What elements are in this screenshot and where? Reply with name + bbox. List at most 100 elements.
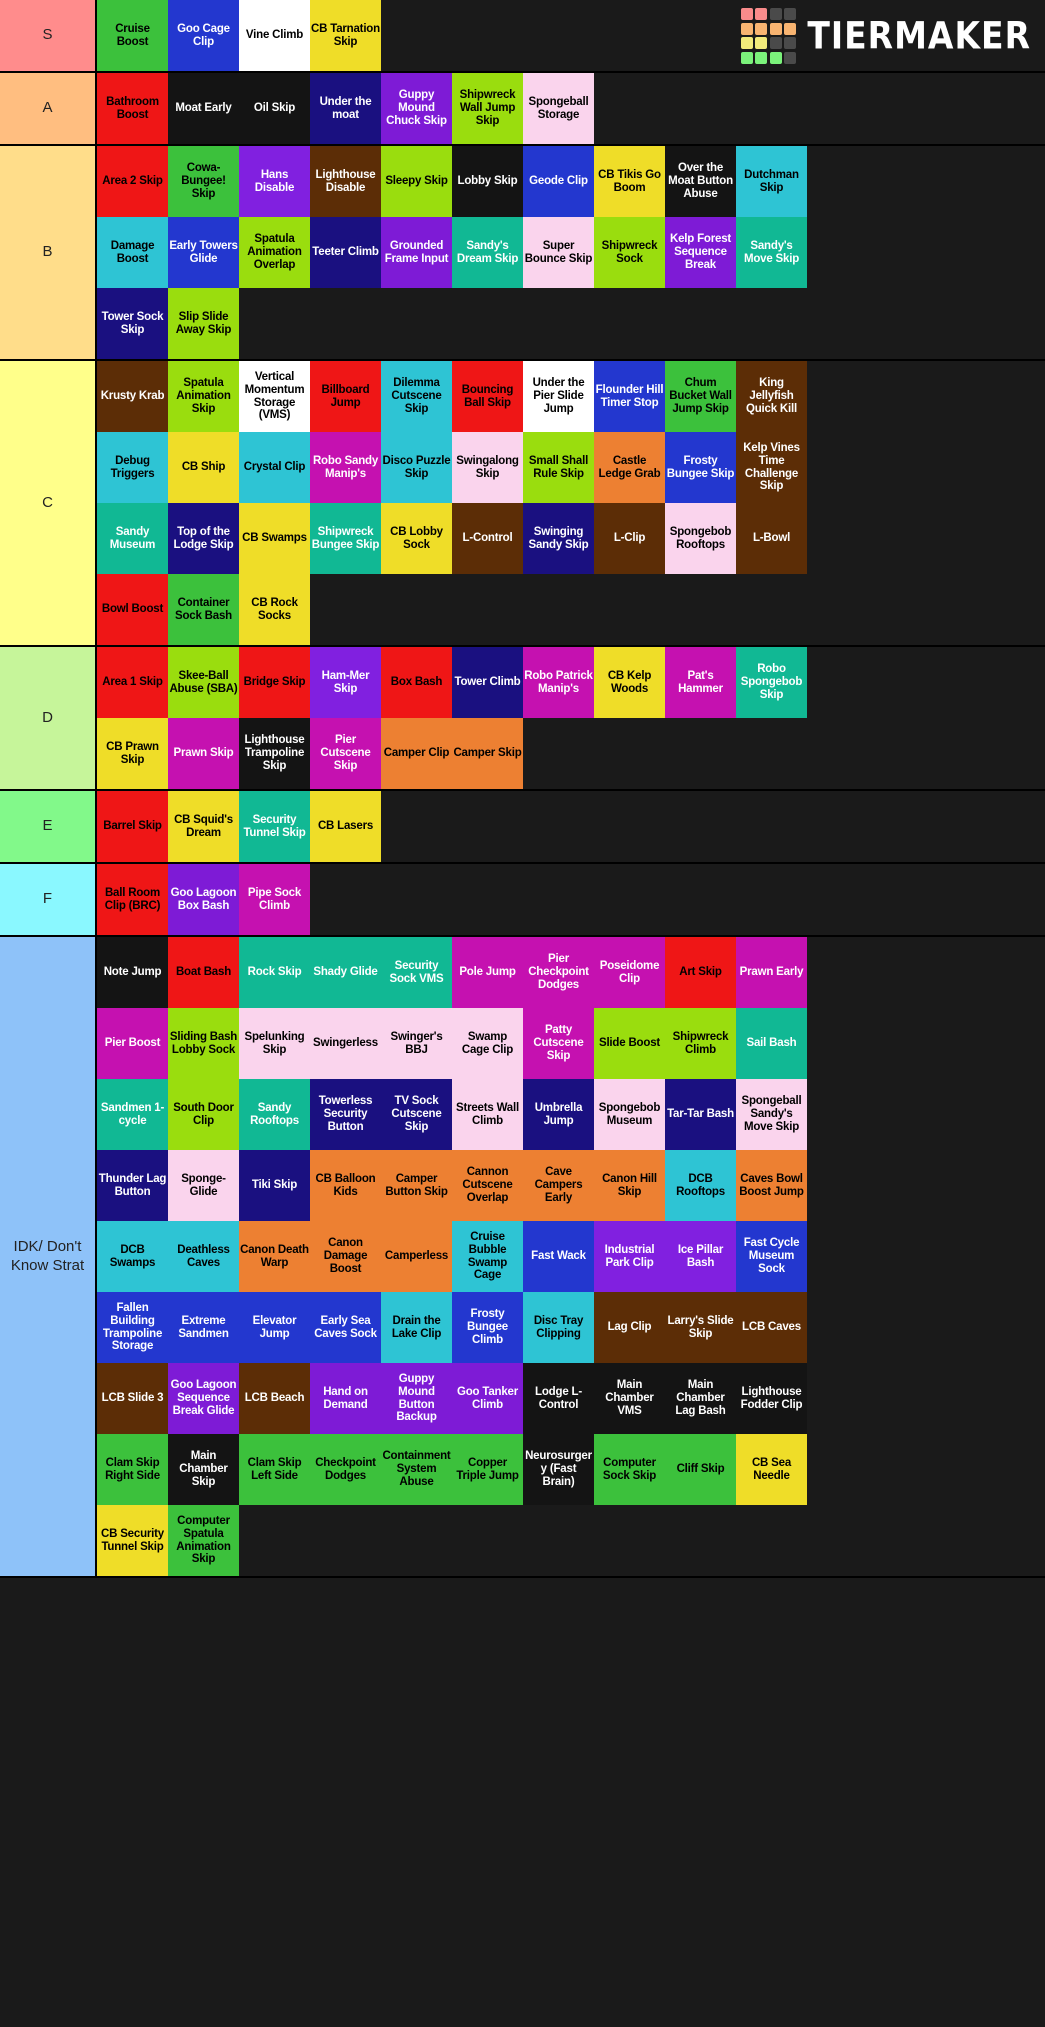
tier-item[interactable]: Frosty Bungee Skip [665,432,736,503]
tier-item[interactable]: Sandy's Move Skip [736,217,807,288]
tier-item[interactable]: Sail Bash [736,1008,807,1079]
tier-item[interactable]: Goo Lagoon Box Bash [168,864,239,935]
tier-item[interactable]: Hand on Demand [310,1363,381,1434]
tier-item[interactable]: Lag Clip [594,1292,665,1363]
tier-item[interactable]: Cowa-Bungee! Skip [168,146,239,217]
tier-item[interactable]: Sponge-Glide [168,1150,239,1221]
tier-item[interactable]: Slip Slide Away Skip [168,288,239,359]
tier-item[interactable]: Sandy Rooftops [239,1079,310,1150]
tier-item[interactable]: Robo Spongebob Skip [736,647,807,718]
tier-item[interactable]: Chum Bucket Wall Jump Skip [665,361,736,432]
tier-item[interactable]: Swamp Cage Clip [452,1008,523,1079]
tier-item[interactable]: Camper Clip [381,718,452,789]
tier-item[interactable]: Swinger's BBJ [381,1008,452,1079]
tier-item[interactable]: Pier Checkpoint Dodges [523,937,594,1008]
tier-label[interactable]: A [0,73,97,144]
tier-item[interactable]: Towerless Security Button [310,1079,381,1150]
tier-item[interactable]: Elevator Jump [239,1292,310,1363]
tier-item[interactable]: CB Sea Needle [736,1434,807,1505]
tier-item[interactable]: Kelp Vines Time Challenge Skip [736,432,807,503]
tier-item[interactable]: Spatula Animation Skip [168,361,239,432]
tier-item[interactable]: Over the Moat Button Abuse [665,146,736,217]
tier-item[interactable]: Shipwreck Bungee Skip [310,503,381,574]
tier-item[interactable]: Shipwreck Climb [665,1008,736,1079]
tier-label[interactable]: E [0,791,97,862]
tier-label[interactable]: F [0,864,97,935]
tier-item[interactable]: Debug Triggers [97,432,168,503]
tier-label[interactable]: C [0,361,97,645]
tier-item[interactable]: CB Squid's Dream [168,791,239,862]
tier-item[interactable]: Swinging Sandy Skip [523,503,594,574]
tier-item[interactable]: Sandmen 1-cycle [97,1079,168,1150]
tier-item[interactable]: Area 2 Skip [97,146,168,217]
tier-item[interactable]: Bouncing Ball Skip [452,361,523,432]
tier-item[interactable]: DCB Rooftops [665,1150,736,1221]
tier-item[interactable]: Streets Wall Climb [452,1079,523,1150]
tier-item[interactable]: Goo Tanker Climb [452,1363,523,1434]
tier-label[interactable]: D [0,647,97,789]
tier-item[interactable]: Crystal Clip [239,432,310,503]
tier-item[interactable]: Slide Boost [594,1008,665,1079]
tier-item[interactable]: L-Bowl [736,503,807,574]
tier-item[interactable]: Shipwreck Wall Jump Skip [452,73,523,144]
tier-item[interactable]: Camper Button Skip [381,1150,452,1221]
tier-item[interactable]: Early Towers Glide [168,217,239,288]
tier-item[interactable]: Lighthouse Disable [310,146,381,217]
tier-item[interactable]: CB Lobby Sock [381,503,452,574]
tier-item[interactable]: Box Bash [381,647,452,718]
tier-item[interactable]: King Jellyfish Quick Kill [736,361,807,432]
tier-item[interactable]: Dilemma Cutscene Skip [381,361,452,432]
tier-item[interactable]: Vertical Momentum Storage (VMS) [239,361,310,432]
tier-label[interactable]: IDK/ Don't Know Strat [0,937,97,1576]
tier-item[interactable]: Canon Death Warp [239,1221,310,1292]
tier-item[interactable]: CB Kelp Woods [594,647,665,718]
tier-item[interactable]: Ball Room Clip (BRC) [97,864,168,935]
tier-item[interactable]: Rock Skip [239,937,310,1008]
tier-item[interactable]: Lighthouse Trampoline Skip [239,718,310,789]
tier-item[interactable]: CB Lasers [310,791,381,862]
tier-item[interactable]: South Door Clip [168,1079,239,1150]
tier-item[interactable]: Under the moat [310,73,381,144]
tier-item[interactable]: Thunder Lag Button [97,1150,168,1221]
tier-item[interactable]: Tiki Skip [239,1150,310,1221]
tier-item[interactable]: Pier Cutscene Skip [310,718,381,789]
tier-item[interactable]: Clam Skip Right Side [97,1434,168,1505]
tier-item[interactable]: Under the Pier Slide Jump [523,361,594,432]
tier-item[interactable]: Containment System Abuse [381,1434,452,1505]
tier-item[interactable]: Pat's Hammer [665,647,736,718]
tier-item[interactable]: Prawn Early [736,937,807,1008]
tier-item[interactable]: CB Ship [168,432,239,503]
tier-item[interactable]: Oil Skip [239,73,310,144]
tier-item[interactable]: Drain the Lake Clip [381,1292,452,1363]
tier-item[interactable]: Spongeball Sandy's Move Skip [736,1079,807,1150]
tier-item[interactable]: Cave Campers Early [523,1150,594,1221]
tier-item[interactable]: LCB Slide 3 [97,1363,168,1434]
tier-item[interactable]: Fallen Building Trampoline Storage [97,1292,168,1363]
tier-item[interactable]: Spatula Animation Overlap [239,217,310,288]
tier-item[interactable]: Swingerless [310,1008,381,1079]
tier-item[interactable]: Computer Spatula Animation Skip [168,1505,239,1576]
tier-item[interactable]: Pier Boost [97,1008,168,1079]
tier-item[interactable]: Tower Climb [452,647,523,718]
tier-item[interactable]: Moat Early [168,73,239,144]
tier-item[interactable]: Tar-Tar Bash [665,1079,736,1150]
tier-item[interactable]: Neurosurgery (Fast Brain) [523,1434,594,1505]
tier-item[interactable]: Guppy Mound Button Backup [381,1363,452,1434]
tier-item[interactable]: Larry's Slide Skip [665,1292,736,1363]
tier-item[interactable]: Ham-Mer Skip [310,647,381,718]
tier-item[interactable]: Bridge Skip [239,647,310,718]
tier-item[interactable]: Castle Ledge Grab [594,432,665,503]
tier-item[interactable]: Dutchman Skip [736,146,807,217]
tier-item[interactable]: CB Rock Socks [239,574,310,645]
tier-item[interactable]: Computer Sock Skip [594,1434,665,1505]
tier-item[interactable]: L-Clip [594,503,665,574]
tier-item[interactable]: Barrel Skip [97,791,168,862]
tier-label[interactable]: B [0,146,97,359]
tier-item[interactable]: LCB Beach [239,1363,310,1434]
tier-item[interactable]: Shipwreck Sock [594,217,665,288]
tier-item[interactable]: Sandy Museum [97,503,168,574]
tier-item[interactable]: Canon Hill Skip [594,1150,665,1221]
tier-item[interactable]: Geode Clip [523,146,594,217]
tier-item[interactable]: Checkpoint Dodges [310,1434,381,1505]
tier-item[interactable]: Sandy's Dream Skip [452,217,523,288]
